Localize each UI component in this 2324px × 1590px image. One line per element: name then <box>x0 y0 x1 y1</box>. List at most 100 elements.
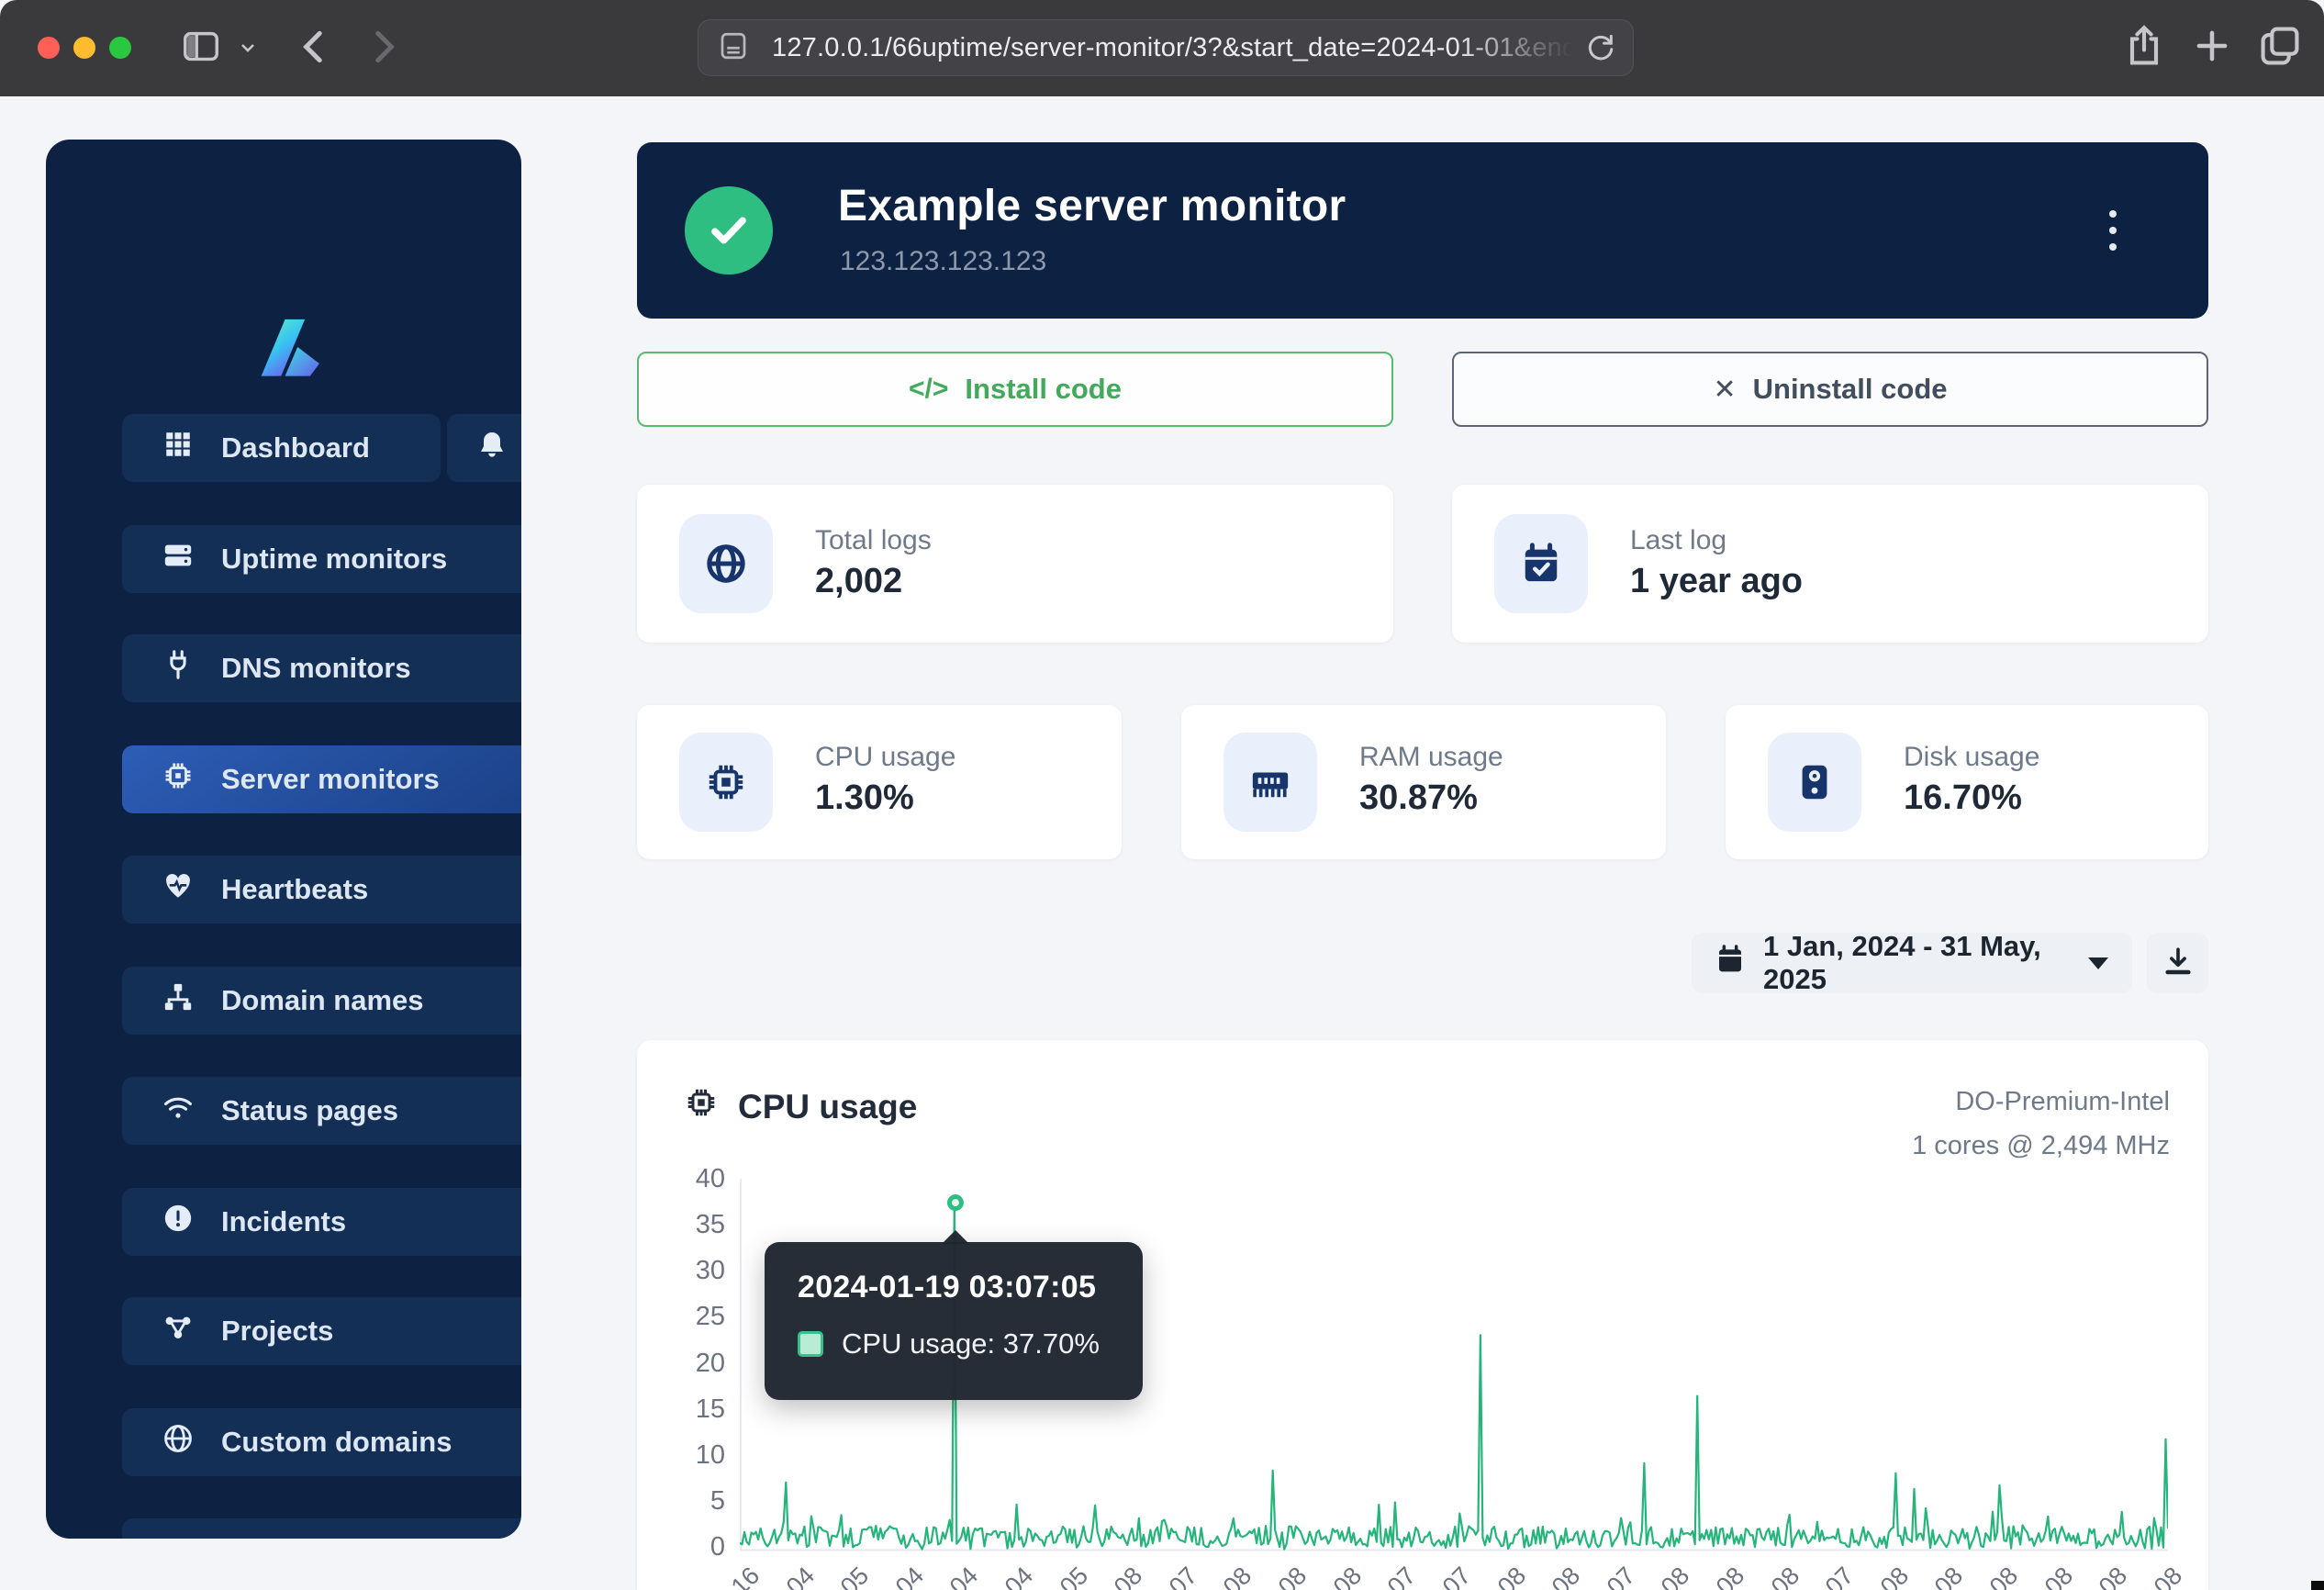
calendar-icon <box>1715 945 1745 981</box>
tooltip-datetime: 2024-01-19 03:07:05 <box>798 1270 1110 1305</box>
server-cpu-spec: 1 cores @ 2,494 MHz <box>1912 1124 2170 1168</box>
stat-label: Disk usage <box>1904 742 2039 773</box>
wifi-icon <box>162 1092 194 1130</box>
export-button[interactable] <box>2147 933 2208 993</box>
y-axis-tick-label: 35 <box>642 1210 725 1240</box>
sidebar-item-incidents[interactable]: Incidents <box>122 1188 521 1256</box>
app-logo[interactable] <box>244 303 329 391</box>
stat-card-total-logs: Total logs 2,002 <box>637 485 1393 643</box>
sidebar-item-server-monitors[interactable]: Server monitors <box>122 745 521 813</box>
y-axis-tick-label: 30 <box>642 1256 725 1286</box>
sidebar-item-label: Domain names <box>221 984 424 1017</box>
browser-toolbar: 127.0.0.1/66uptime/server-monitor/3?&sta… <box>0 0 2324 96</box>
monitor-header-card: Example server monitor 123.123.123.123 <box>637 142 2208 319</box>
page-settings-icon[interactable] <box>717 29 750 67</box>
chevron-down-icon <box>2088 957 2108 969</box>
back-button[interactable] <box>292 24 338 70</box>
alert-circle-icon <box>162 1203 194 1241</box>
stat-value: 16.70% <box>1904 778 2022 818</box>
sidebar-item-domain-names[interactable]: Domain names <box>122 967 521 1035</box>
date-range-picker[interactable]: 1 Jan, 2024 - 31 May, 2025 <box>1692 933 2132 993</box>
new-tab-icon[interactable] <box>2188 22 2236 70</box>
monitor-ip: 123.123.123.123 <box>840 246 1046 277</box>
share-icon[interactable] <box>2120 22 2168 70</box>
bell-icon <box>475 430 508 467</box>
sidebar-item-label: Heartbeats <box>221 873 368 906</box>
chip-icon <box>685 1086 718 1127</box>
sidebar-item-label: Projects <box>221 1315 333 1348</box>
reload-icon[interactable] <box>1585 30 1616 66</box>
sidebar-item-custom-domains[interactable]: Custom domains <box>122 1408 521 1476</box>
stat-card-last-log: Last log 1 year ago <box>1452 485 2208 643</box>
sidebar-item-dashboard[interactable]: Dashboard <box>122 414 441 482</box>
code-icon: </> <box>909 374 948 405</box>
sidebar-toggle-icon[interactable] <box>180 26 222 68</box>
url-text: 127.0.0.1/66uptime/server-monitor/3?&sta… <box>772 33 1572 63</box>
chip-icon <box>679 733 773 832</box>
server-meta: DO-Premium-Intel 1 cores @ 2,494 MHz <box>1912 1080 2170 1168</box>
status-up-icon <box>685 186 773 274</box>
y-axis-tick-label: 15 <box>642 1394 725 1425</box>
highlighted-point-marker-center <box>952 1199 959 1206</box>
disk-icon <box>1768 733 1861 832</box>
globe-icon <box>162 1423 194 1461</box>
sidebar-item-projects[interactable]: Projects <box>122 1297 521 1365</box>
y-axis-tick-label: 10 <box>642 1440 725 1471</box>
y-axis-tick-label: 5 <box>642 1486 725 1517</box>
y-axis-tick-label: 40 <box>642 1164 725 1194</box>
window-minimize-button[interactable] <box>73 37 95 59</box>
date-range-label: 1 Jan, 2024 - 31 May, 2025 <box>1763 930 2062 996</box>
toolbar-chevron-down-icon[interactable] <box>237 37 259 59</box>
sidebar-item-dns-monitors[interactable]: DNS monitors <box>122 634 521 702</box>
sidebar-item-label: Custom domains <box>221 1426 452 1459</box>
download-icon <box>2162 946 2194 981</box>
globe-icon <box>679 514 773 613</box>
kebab-menu-icon[interactable] <box>2095 199 2131 262</box>
chart-tooltip: 2024-01-19 03:07:05 CPU usage: 37.70% <box>765 1242 1143 1400</box>
sidebar-item-label: DNS monitors <box>221 652 411 685</box>
heart-pulse-icon <box>162 870 194 909</box>
chip-icon <box>162 760 194 799</box>
sidebar-item-label: Uptime monitors <box>221 543 447 576</box>
tooltip-arrow <box>942 1230 969 1244</box>
forward-button[interactable] <box>360 24 406 70</box>
nodes-icon <box>162 1312 194 1350</box>
sidebar-item-label: Status pages <box>221 1094 398 1127</box>
stat-value: 2,002 <box>815 562 902 601</box>
stat-value: 1.30% <box>815 778 914 818</box>
url-fade <box>1453 33 1572 63</box>
sidebar-item-uptime-monitors[interactable]: Uptime monitors <box>122 525 521 593</box>
grid-icon <box>162 429 194 467</box>
sidebar-item-heartbeats[interactable]: Heartbeats <box>122 856 521 924</box>
stat-card-disk-usage: Disk usage 16.70% <box>1726 705 2208 859</box>
address-bar[interactable]: 127.0.0.1/66uptime/server-monitor/3?&sta… <box>698 19 1634 76</box>
sidebar-item-partial[interactable] <box>122 1518 521 1539</box>
server-icon <box>162 540 194 578</box>
stat-label: RAM usage <box>1359 742 1503 773</box>
install-code-button[interactable]: </> Install code <box>637 352 1393 427</box>
sidebar-item-label: Server monitors <box>221 763 440 796</box>
notifications-button[interactable] <box>447 414 521 482</box>
stat-card-cpu-usage: CPU usage 1.30% <box>637 705 1122 859</box>
y-axis-tick-label: 20 <box>642 1349 725 1379</box>
app-window: 127.0.0.1/66uptime/server-monitor/3?&sta… <box>0 0 2324 1590</box>
window-close-button[interactable] <box>38 37 60 59</box>
uninstall-code-button[interactable]: ✕ Uninstall code <box>1452 352 2208 427</box>
ram-icon <box>1223 733 1317 832</box>
close-icon: ✕ <box>1713 374 1736 406</box>
stat-label: Last log <box>1630 525 1726 556</box>
plug-icon <box>162 649 194 688</box>
y-axis-tick-label: 25 <box>642 1302 725 1332</box>
sidebar: Dashboard Uptime monitors DNS monitors S… <box>46 140 521 1539</box>
x-axis-tick-label: 08 <box>2030 1562 2168 1590</box>
tab-overview-icon[interactable] <box>2256 22 2304 70</box>
stat-label: CPU usage <box>815 742 955 773</box>
window-zoom-button[interactable] <box>109 37 131 59</box>
series-swatch <box>798 1331 823 1357</box>
stat-label: Total logs <box>815 525 932 556</box>
sidebar-item-status-pages[interactable]: Status pages <box>122 1077 521 1145</box>
stat-card-ram-usage: RAM usage 30.87% <box>1181 705 1666 859</box>
sidebar-item-label: Incidents <box>221 1205 346 1238</box>
page-title: Example server monitor <box>838 181 1346 231</box>
server-plan: DO-Premium-Intel <box>1912 1080 2170 1124</box>
